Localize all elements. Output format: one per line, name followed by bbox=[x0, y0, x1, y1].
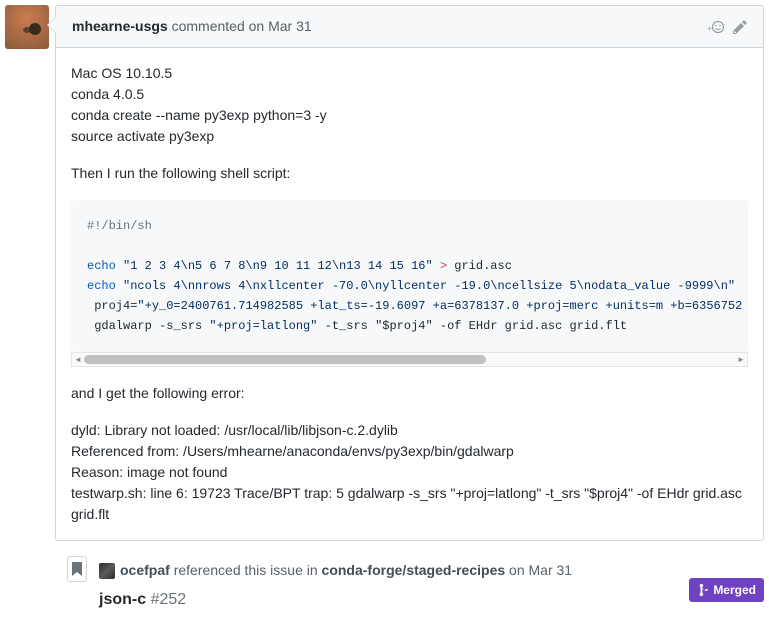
code-text: -t_srs "$proj4" -of EHdr grid.asc grid.f… bbox=[317, 319, 627, 333]
scroll-right-icon[interactable]: ► bbox=[735, 353, 747, 366]
code-text: proj4= bbox=[87, 299, 137, 313]
avatar[interactable] bbox=[5, 5, 49, 49]
code-op: > bbox=[440, 259, 447, 273]
code-cmd: echo bbox=[87, 279, 116, 293]
error-line: Referenced from: /Users/mhearne/anaconda… bbox=[71, 441, 748, 462]
comment-header: mhearne-usgs commented on Mar 31 + bbox=[56, 6, 763, 48]
git-merge-icon bbox=[697, 583, 709, 597]
code-shebang: #!/bin/sh bbox=[87, 219, 152, 233]
svg-text:+: + bbox=[707, 24, 712, 33]
body-line: conda 4.0.5 bbox=[71, 84, 748, 105]
code-string: "+y_0=2400761.714982585 +lat_ts=-19.6097… bbox=[137, 299, 742, 313]
bookmark-icon bbox=[67, 556, 87, 582]
error-line: Reason: image not found bbox=[71, 462, 748, 483]
comment-action-text: commented bbox=[172, 18, 245, 34]
scroll-left-icon[interactable]: ◄ bbox=[72, 353, 84, 366]
body-text: Then I run the following shell script: bbox=[71, 163, 748, 184]
code-text: grid.asc bbox=[447, 259, 512, 273]
issue-title-link[interactable]: json-c bbox=[99, 591, 146, 608]
body-line: source activate py3exp bbox=[71, 126, 748, 147]
issue-number[interactable]: #252 bbox=[151, 591, 187, 608]
code-text: gdalwarp -s_srs bbox=[87, 319, 209, 333]
merged-label: Merged bbox=[713, 581, 756, 599]
horizontal-scrollbar[interactable]: ◄ ► bbox=[71, 352, 748, 367]
ref-repo-link[interactable]: conda-forge/staged-recipes bbox=[322, 560, 506, 581]
code-string: "+proj=latlong" bbox=[209, 319, 317, 333]
comment-timestamp[interactable]: on Mar 31 bbox=[249, 18, 312, 34]
avatar[interactable] bbox=[99, 563, 115, 579]
edit-icon[interactable] bbox=[733, 19, 747, 35]
body-text: and I get the following error: bbox=[71, 383, 748, 404]
body-line: Mac OS 10.10.5 bbox=[71, 63, 748, 84]
comment-container: mhearne-usgs commented on Mar 31 + Mac O… bbox=[55, 5, 764, 541]
comment-body: Mac OS 10.10.5 conda 4.0.5 conda create … bbox=[56, 48, 763, 540]
comment-author[interactable]: mhearne-usgs bbox=[72, 18, 168, 34]
scrollbar-thumb[interactable] bbox=[84, 355, 486, 364]
ref-timestamp[interactable]: on Mar 31 bbox=[509, 560, 572, 581]
code-block: #!/bin/sh echo "1 2 3 4\n5 6 7 8\n9 10 1… bbox=[71, 200, 748, 352]
code-cmd: echo bbox=[87, 259, 116, 273]
ref-author[interactable]: ocefpaf bbox=[120, 560, 170, 581]
code-string: "ncols 4\nnrows 4\nxllcenter -70.0\nyllc… bbox=[123, 279, 735, 293]
add-reaction-icon[interactable]: + bbox=[707, 19, 725, 35]
code-string: "1 2 3 4\n5 6 7 8\n9 10 11 12\n13 14 15 … bbox=[123, 259, 433, 273]
error-line: testwarp.sh: line 6: 19723 Trace/BPT tra… bbox=[71, 483, 748, 525]
error-line: dyld: Library not loaded: /usr/local/lib… bbox=[71, 420, 748, 441]
ref-action: referenced this issue in bbox=[174, 560, 318, 581]
merged-badge: Merged bbox=[689, 578, 764, 602]
body-line: conda create --name py3exp python=3 -y bbox=[71, 105, 748, 126]
